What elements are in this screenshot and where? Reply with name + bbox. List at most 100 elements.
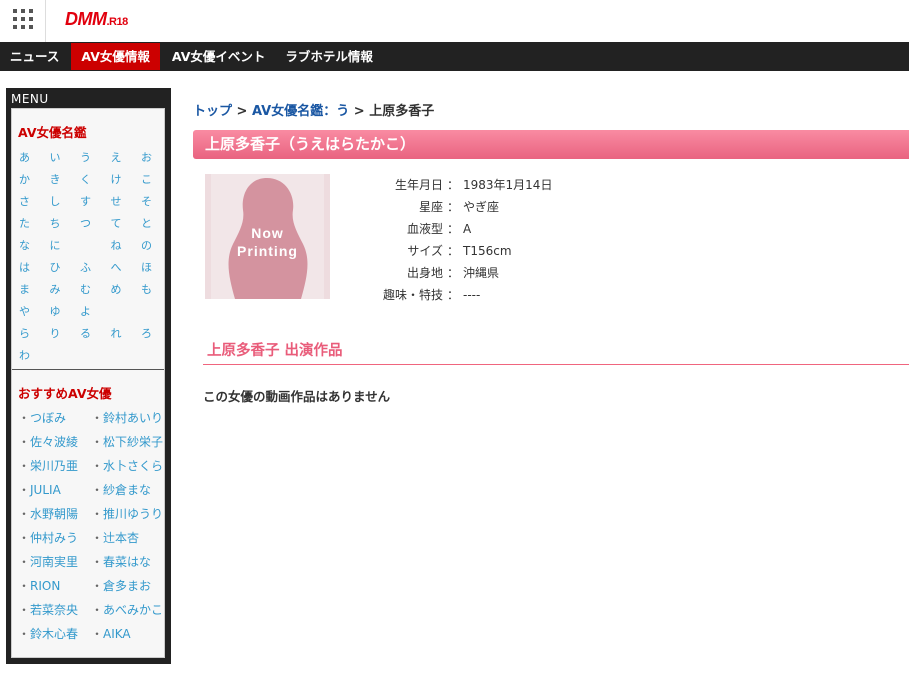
kana-link[interactable]: ら [19,323,50,345]
nav-item-actress-events[interactable]: AV女優イベント [162,42,276,71]
bullet: ・ [91,579,104,593]
kana-link[interactable]: い [50,147,81,169]
kana-link[interactable]: そ [141,191,172,213]
recommended-actress-link[interactable]: ・栄川乃亜 [18,454,91,478]
kana-link[interactable]: あ [19,147,50,169]
profile-label: 生年月日 [394,178,443,192]
recommended-actress-link[interactable]: ・倉多まお [91,574,167,598]
recommended-actress-link[interactable]: ・AIKA [91,622,167,646]
kana-link[interactable]: わ [19,345,50,367]
kana-link[interactable]: つ [80,213,111,235]
recommended-actress-link[interactable]: ・鈴村あいり [91,406,167,430]
recommended-actress-link[interactable]: ・春菜はな [91,550,167,574]
recommended-actress-name: つぼみ [30,411,67,425]
breadcrumb-top-link[interactable]: トップ [193,104,232,119]
recommended-actress-link[interactable]: ・河南実里 [18,550,91,574]
recommended-actress-link[interactable]: ・RION [18,574,91,598]
kana-empty [80,345,111,367]
nav-item-news[interactable]: ニュース [0,42,69,71]
kana-link[interactable]: し [50,191,81,213]
now-printing-text: Now Printing [205,224,330,260]
kana-link[interactable]: よ [80,301,111,323]
recommended-actress-link[interactable]: ・辻本杏 [91,526,167,550]
kana-link[interactable]: く [80,169,111,191]
kana-link[interactable]: こ [141,169,172,191]
recommended-actress-link[interactable]: ・あべみかこ [91,598,167,622]
bullet: ・ [18,411,31,425]
kana-link[interactable]: ね [111,235,142,257]
actress-photo: Now Printing [205,174,330,299]
recommended-actress-link[interactable]: ・鈴木心春 [18,622,91,646]
bullet: ・ [91,627,104,641]
kana-link[interactable]: ち [50,213,81,235]
kana-link[interactable]: か [19,169,50,191]
profile-row: サイズ： T156cm [370,240,552,262]
kana-link[interactable]: の [141,235,172,257]
kana-link[interactable]: る [80,323,111,345]
recommended-actress-name: AIKA [103,627,131,641]
kana-link[interactable]: さ [19,191,50,213]
kana-link[interactable]: へ [111,257,142,279]
bullet: ・ [18,627,31,641]
recommended-actress-link[interactable]: ・推川ゆうり [91,502,167,526]
profile-label: 血液型 [406,222,443,236]
nav-item-actress-info[interactable]: AV女優情報 [71,43,160,70]
recommended-actress-link[interactable]: ・つぼみ [18,406,91,430]
kana-link[interactable]: と [141,213,172,235]
dmm-r18-logo[interactable]: DMM.R18 [65,9,128,30]
no-works-message: この女優の動画作品はありません [203,389,391,404]
kana-link[interactable]: け [111,169,142,191]
profile-value: 1983年1月14日 [463,178,553,192]
recommended-actress-link[interactable]: ・佐々波綾 [18,430,91,454]
kana-link[interactable]: う [80,147,111,169]
profile-label: 星座 [418,200,443,214]
directory-title[interactable]: AV女優名鑑 [12,109,164,147]
kana-link[interactable]: れ [111,323,142,345]
recommended-actress-link[interactable]: ・紗倉まな [91,478,167,502]
recommended-actress-name: 佐々波綾 [30,435,79,449]
kana-link[interactable]: ゆ [50,301,81,323]
kana-link[interactable]: ふ [80,257,111,279]
nav-item-love-hotel[interactable]: ラブホテル情報 [275,42,383,71]
kana-link[interactable]: み [50,279,81,301]
kana-link[interactable]: は [19,257,50,279]
kana-link[interactable]: た [19,213,50,235]
bullet: ・ [18,483,31,497]
recommended-actress-name: 若菜奈央 [30,603,79,617]
breadcrumb-directory-link[interactable]: AV女優名鑑：う [252,104,349,119]
kana-link[interactable]: す [80,191,111,213]
recommended-actress-link[interactable]: ・水卜さくら [91,454,167,478]
bullet: ・ [91,483,104,497]
recommended-actress-link[interactable]: ・JULIA [18,478,91,502]
breadcrumb-current: 上原多香子 [369,104,435,119]
apps-grid-icon[interactable] [13,9,33,29]
kana-empty [111,345,142,367]
kana-link[interactable]: り [50,323,81,345]
bullet: ・ [91,459,104,473]
kana-link[interactable]: え [111,147,142,169]
header-divider [45,0,46,42]
kana-link[interactable]: お [141,147,172,169]
recommended-actress-link[interactable]: ・仲村みう [18,526,91,550]
recommended-list: ・つぼみ ・鈴村あいり ・佐々波綾 ・松下紗栄子 ・栄川乃亜 ・水卜さくら ・JULIA ・紗… [12,406,164,646]
kana-link[interactable]: ほ [141,257,172,279]
kana-link[interactable]: ま [19,279,50,301]
kana-link[interactable]: て [111,213,142,235]
kana-link[interactable]: き [50,169,81,191]
kana-link[interactable]: ろ [141,323,172,345]
kana-link[interactable]: め [111,279,142,301]
kana-link[interactable]: も [141,279,172,301]
kana-link[interactable]: や [19,301,50,323]
recommended-actress-name: 倉多まお [103,579,152,593]
kana-link[interactable]: に [50,235,81,257]
kana-link[interactable]: な [19,235,50,257]
kana-link[interactable]: せ [111,191,142,213]
now-printing-line-2: Printing [237,243,298,259]
recommended-actress-link[interactable]: ・若菜奈央 [18,598,91,622]
recommended-actress-name: JULIA [30,483,61,497]
recommended-actress-link[interactable]: ・松下紗栄子 [91,430,167,454]
kana-link[interactable]: む [80,279,111,301]
recommended-actress-name: 松下紗栄子 [103,435,164,449]
kana-link[interactable]: ひ [50,257,81,279]
recommended-actress-link[interactable]: ・水野朝陽 [18,502,91,526]
